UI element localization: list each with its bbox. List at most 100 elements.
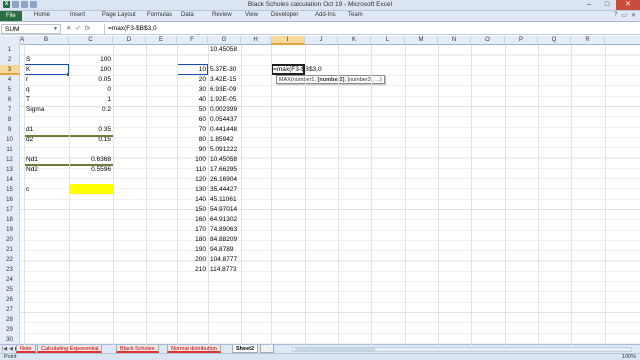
row-header-7[interactable]: 7 [0, 105, 20, 115]
column-header-e[interactable]: E [146, 36, 177, 45]
column-header-o[interactable]: O [471, 36, 505, 45]
column-header-q[interactable]: Q [538, 36, 571, 45]
row-header-21[interactable]: 21 [0, 245, 20, 255]
strike-cell: 70 [198, 126, 206, 133]
column-headers: ABCDEFGHIJKLMNOPQR [0, 36, 640, 45]
tab-data[interactable]: Data [181, 12, 194, 18]
row-header-14[interactable]: 14 [0, 175, 20, 185]
row-header-20[interactable]: 20 [0, 235, 20, 245]
insert-function-icon[interactable]: fx [85, 24, 90, 34]
row-header-28[interactable]: 28 [0, 315, 20, 325]
formula-input[interactable]: =max(F3-$B$3,0 [104, 24, 630, 34]
chevron-down-icon[interactable]: ▼ [53, 25, 58, 34]
function-tooltip[interactable]: MAX(number1, [number2], [number3], ...) [276, 75, 385, 84]
column-header-b[interactable]: B [24, 36, 69, 45]
row-header-15[interactable]: 15 [0, 185, 20, 195]
param-label: T [26, 96, 30, 103]
help-icon[interactable]: ? [614, 12, 617, 19]
restore-icon[interactable]: ▭ [621, 12, 627, 19]
price-cell: 0.054437 [210, 116, 238, 123]
referenced-cell-f3[interactable] [177, 64, 208, 75]
minimize-button[interactable]: – [580, 0, 598, 10]
row-header-11[interactable]: 11 [0, 145, 20, 155]
strike-cell: 210 [195, 266, 206, 273]
column-header-n[interactable]: N [438, 36, 471, 45]
price-cell: 3.42E-15 [210, 76, 237, 83]
close-workbook-icon[interactable]: ✕ [631, 12, 636, 19]
close-button[interactable]: ✕ [616, 0, 640, 10]
column-header-f[interactable]: F [177, 36, 208, 45]
row-header-24[interactable]: 24 [0, 275, 20, 285]
row-header-10[interactable]: 10 [0, 135, 20, 145]
zoom-level[interactable]: 100% [622, 354, 636, 360]
column-header-c[interactable]: C [69, 36, 113, 45]
tab-view[interactable]: View [245, 12, 258, 18]
column-header-l[interactable]: L [371, 36, 405, 45]
row-header-9[interactable]: 9 [0, 125, 20, 135]
scrollbar-thumb[interactable] [295, 348, 375, 351]
column-header-m[interactable]: M [405, 36, 438, 45]
row-header-22[interactable]: 22 [0, 255, 20, 265]
name-box[interactable]: SUM ▼ [1, 24, 61, 34]
sheet-tab-sheet2[interactable]: Sheet2 [232, 345, 259, 353]
tab-insert[interactable]: Insert [70, 12, 85, 18]
gridline [305, 45, 306, 345]
row-header-17[interactable]: 17 [0, 205, 20, 215]
sheet-tab-black-scholes[interactable]: Black Scholes [116, 345, 159, 353]
row-header-23[interactable]: 23 [0, 265, 20, 275]
row-header-4[interactable]: 4 [0, 75, 20, 85]
horizontal-scrollbar[interactable] [292, 347, 632, 352]
sheet-tab-note[interactable]: Note [16, 345, 36, 353]
row-header-16[interactable]: 16 [0, 195, 20, 205]
row-header-6[interactable]: 6 [0, 95, 20, 105]
active-cell-i3[interactable] [271, 64, 305, 75]
tab-team[interactable]: Team [348, 12, 363, 18]
tab-file[interactable]: File [0, 11, 22, 21]
column-header-g[interactable]: G [208, 36, 241, 45]
row-header-26[interactable]: 26 [0, 295, 20, 305]
row-header-5[interactable]: 5 [0, 85, 20, 95]
row-header-1[interactable]: 1 [0, 45, 20, 55]
gridline [571, 45, 572, 345]
price-cell: 35.44427 [210, 186, 238, 193]
row-header-3[interactable]: 3 [0, 65, 20, 75]
tab-page-layout[interactable]: Page Layout [102, 12, 136, 18]
row-header-13[interactable]: 13 [0, 165, 20, 175]
sheet-tab-calculating-exponential[interactable]: Calculating Exponential [37, 345, 103, 353]
price-cell: 6.93E-09 [210, 86, 237, 93]
row-header-18[interactable]: 18 [0, 215, 20, 225]
column-header-k[interactable]: K [338, 36, 371, 45]
row-header-2[interactable]: 2 [0, 55, 20, 65]
tab-add-ins[interactable]: Add-Ins [315, 12, 336, 18]
sheet-tab-normal-distribution[interactable]: Normal distribution [167, 345, 221, 353]
price-cell: 0.441448 [210, 126, 238, 133]
select-all-button[interactable] [0, 36, 20, 45]
maximize-button[interactable]: □ [598, 0, 616, 10]
column-header-d[interactable]: D [113, 36, 146, 45]
row-header-25[interactable]: 25 [0, 285, 20, 295]
tab-home[interactable]: Home [34, 12, 50, 18]
column-header-h[interactable]: H [241, 36, 271, 45]
tab-developer[interactable]: Developer [271, 12, 298, 18]
row-header-29[interactable]: 29 [0, 325, 20, 335]
row-header-27[interactable]: 27 [0, 305, 20, 315]
column-header-j[interactable]: J [305, 36, 338, 45]
param-value: 1 [107, 96, 111, 103]
column-header-r[interactable]: R [571, 36, 605, 45]
gridline [271, 45, 272, 345]
first-sheet-icon[interactable]: |◀ [2, 346, 7, 352]
cancel-icon[interactable]: ✕ [66, 24, 71, 34]
prev-sheet-icon[interactable]: ◀ [9, 346, 13, 352]
row-header-19[interactable]: 19 [0, 225, 20, 235]
tab-formulas[interactable]: Formulas [147, 12, 172, 18]
tab-review[interactable]: Review [212, 12, 232, 18]
selected-cell-b3[interactable] [24, 64, 69, 75]
strike-cell: 50 [198, 106, 206, 113]
column-header-p[interactable]: P [505, 36, 538, 45]
price-cell: 1.85942 [210, 136, 234, 143]
column-header-i[interactable]: I [271, 36, 305, 45]
insert-sheet-icon[interactable] [260, 345, 274, 353]
row-header-8[interactable]: 8 [0, 115, 20, 125]
row-header-12[interactable]: 12 [0, 155, 20, 165]
enter-icon[interactable]: ✓ [75, 24, 80, 34]
